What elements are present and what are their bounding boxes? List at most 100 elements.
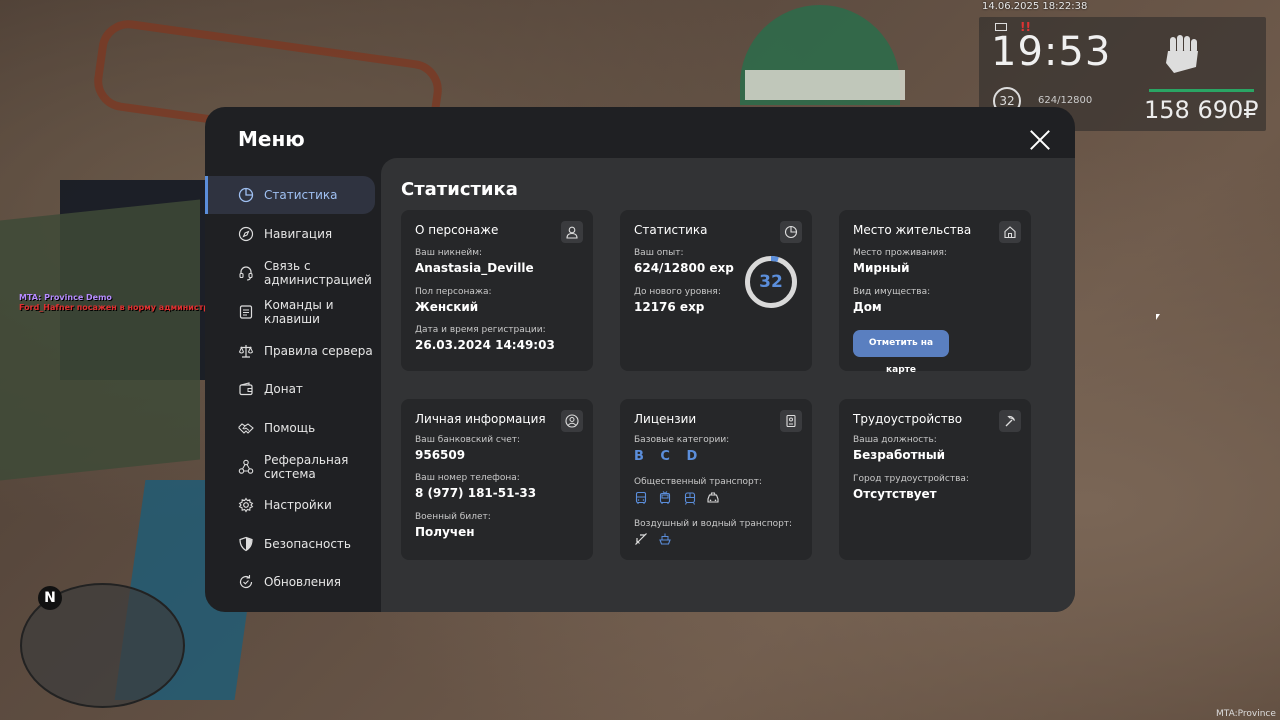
sidebar-item-referral[interactable]: Реферальная система xyxy=(205,448,375,486)
sidebar-item-label: Обновления xyxy=(264,575,342,589)
sidebar-item-label: Донат xyxy=(264,382,303,396)
sidebar-item-label: Настройки xyxy=(264,498,332,512)
hud-exp: 624/12800 xyxy=(1038,95,1093,106)
north-icon: N xyxy=(38,586,62,610)
sidebar-item-help[interactable]: Помощь xyxy=(205,409,375,447)
sidebar-item-label: Навигация xyxy=(264,227,333,241)
sidebar: Статистика Навигация Связь с администрац… xyxy=(205,171,381,612)
sidebar-item-label: Статистика xyxy=(264,188,338,202)
phone-value: 8 (977) 181-51-33 xyxy=(415,486,537,500)
hud-money: 158 690₽ xyxy=(1144,96,1259,124)
employment-city-value: Отсутствует xyxy=(853,487,937,501)
handshake-icon xyxy=(238,423,254,434)
position-value: Безработный xyxy=(853,448,946,462)
sidebar-item-label: Команды и клавиши xyxy=(264,298,334,326)
sidebar-item-label: Правила сервера xyxy=(264,344,373,358)
property-value: Дом xyxy=(853,300,882,314)
wallet-icon xyxy=(239,382,253,396)
card-title: О персонаже xyxy=(415,223,499,237)
phone-label: Ваш номер телефона: xyxy=(415,473,520,483)
network-icon xyxy=(238,459,254,474)
background-sign xyxy=(745,70,905,100)
close-button[interactable] xyxy=(1027,127,1053,153)
next-level-label: До нового уровня: xyxy=(634,287,721,297)
card-residence: Место жительства Место проживания: Мирны… xyxy=(839,210,1031,375)
registration-label: Дата и время регистрации: xyxy=(415,325,546,335)
card-title: Личная информация xyxy=(415,412,546,426)
watermark: MTA:Province xyxy=(1216,709,1276,719)
next-level-value: 12176 exp xyxy=(634,300,705,314)
content-area: Статистика О персонаже Ваш никнейм: Anas… xyxy=(381,158,1075,612)
card-title: Статистика xyxy=(634,223,708,237)
card-employment: Трудоустройство Ваша должность: Безработ… xyxy=(839,399,1031,560)
tram-icon xyxy=(684,492,696,505)
place-label: Место проживания: xyxy=(853,248,947,258)
headset-icon xyxy=(239,266,253,281)
refresh-icon xyxy=(239,575,253,589)
sidebar-item-label: Связь с администрацией xyxy=(264,259,372,287)
military-id-value: Получен xyxy=(415,525,475,539)
menu-title: Меню xyxy=(238,127,305,151)
air-water-transport-label: Воздушный и водный транспорт: xyxy=(634,519,793,529)
gender-value: Женский xyxy=(415,300,479,314)
sidebar-item-rules[interactable]: Правила сервера xyxy=(205,332,375,370)
bank-account-value: 956509 xyxy=(415,448,466,462)
nickname-value: Anastasia_Deville xyxy=(415,261,534,275)
keyboard-icon xyxy=(239,305,253,319)
pie-chart-icon xyxy=(238,187,254,203)
nickname-label: Ваш никнейм: xyxy=(415,248,483,258)
boat-icon xyxy=(659,533,671,545)
compass-icon xyxy=(238,226,254,242)
user-icon xyxy=(561,221,583,243)
position-label: Ваша должность: xyxy=(853,435,937,445)
place-value: Мирный xyxy=(853,261,910,275)
card-title: Место жительства xyxy=(853,223,972,237)
card-title: Трудоустройство xyxy=(853,412,963,426)
registration-value: 26.03.2024 14:49:03 xyxy=(415,338,555,352)
mark-on-map-button[interactable]: Отметить на карте xyxy=(853,330,949,375)
gear-icon xyxy=(238,497,254,513)
property-label: Вид имущества: xyxy=(853,287,931,297)
sidebar-item-statistics[interactable]: Статистика xyxy=(205,176,375,214)
menu-window: Меню Статистика Навигация Связь с админи… xyxy=(205,107,1075,612)
hud-clock: 19:53 xyxy=(991,29,1112,75)
base-categories-label: Базовые категории: xyxy=(634,435,730,445)
sidebar-item-donate[interactable]: Донат xyxy=(205,370,375,408)
user-circle-icon xyxy=(561,410,583,432)
sidebar-item-commands[interactable]: Команды и клавиши xyxy=(205,293,375,331)
sidebar-item-settings[interactable]: Настройки xyxy=(205,486,375,524)
sidebar-item-security[interactable]: Безопасность xyxy=(205,525,375,563)
page-title: Статистика xyxy=(401,179,518,200)
background-door xyxy=(0,199,200,481)
hud-datetime: 14.06.2025 18:22:38 xyxy=(982,1,1088,12)
health-bar xyxy=(1149,89,1254,92)
home-icon xyxy=(999,221,1021,243)
card-title: Лицензии xyxy=(634,412,697,426)
exp-label: Ваш опыт: xyxy=(634,248,684,258)
pickaxe-icon xyxy=(999,410,1021,432)
sidebar-item-updates[interactable]: Обновления xyxy=(205,563,375,601)
employment-city-label: Город трудоустройства: xyxy=(853,474,969,484)
card-statistics: Статистика Ваш опыт: 624/12800 exp До но… xyxy=(620,210,812,371)
card-personal-info: Личная информация Ваш банковский счет: 9… xyxy=(401,399,593,560)
license-categories: B C D xyxy=(634,449,704,464)
public-transport-label: Общественный транспорт: xyxy=(634,477,762,487)
gender-label: Пол персонажа: xyxy=(415,287,492,297)
shield-icon xyxy=(239,536,253,552)
military-id-label: Военный билет: xyxy=(415,512,491,522)
card-licenses: Лицензии Базовые категории: B C D Общест… xyxy=(620,399,812,560)
mouse-cursor xyxy=(1156,314,1160,320)
bank-account-label: Ваш банковский счет: xyxy=(415,435,521,445)
pie-chart-icon xyxy=(780,221,802,243)
taxi-icon xyxy=(707,492,719,503)
scales-icon xyxy=(238,345,254,358)
fist-icon xyxy=(1166,35,1198,73)
sidebar-item-navigation[interactable]: Навигация xyxy=(205,215,375,253)
trolleybus-icon xyxy=(659,491,671,504)
license-icon xyxy=(780,410,802,432)
exp-value: 624/12800 exp xyxy=(634,261,734,275)
sidebar-item-label: Помощь xyxy=(264,421,316,435)
airplane-icon xyxy=(635,533,647,545)
sidebar-item-label: Безопасность xyxy=(264,537,351,551)
sidebar-item-admin-contact[interactable]: Связь с администрацией xyxy=(205,254,375,292)
